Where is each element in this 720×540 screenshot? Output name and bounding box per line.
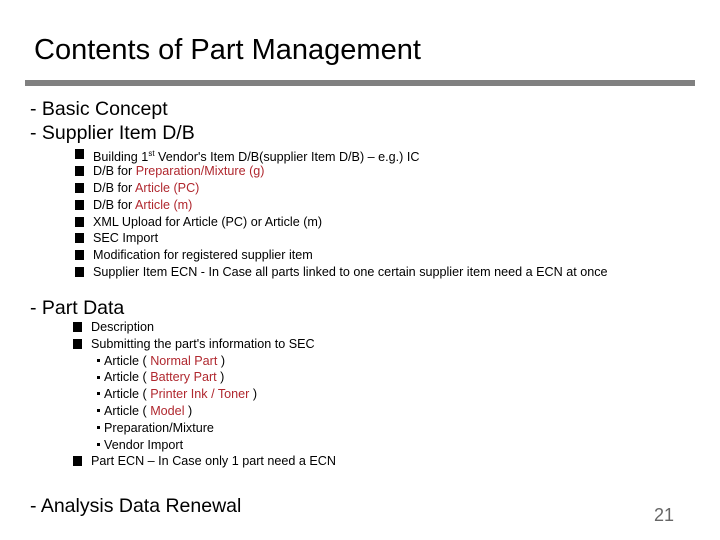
dot-bullet-icon [97, 442, 100, 446]
dot-bullet-icon [97, 392, 100, 396]
heading-basic-concept: - Basic Concept [30, 98, 168, 120]
sub-list-item: Article ( Model ) [73, 403, 336, 420]
list-item: Building 1st Vendor's Item D/B(supplier … [75, 146, 608, 164]
sub-list-item: Article ( Printer Ink / Toner ) [73, 386, 336, 403]
list-item: Supplier Item ECN - In Case all parts li… [75, 264, 608, 281]
list-item: SEC Import [75, 230, 608, 247]
square-bullet-icon [75, 233, 84, 244]
square-bullet-icon [75, 149, 84, 159]
sub-list-item: Article ( Normal Part ) [73, 353, 336, 370]
page-number: 21 [654, 505, 675, 525]
sub-list-item: Article ( Battery Part ) [73, 369, 336, 386]
square-bullet-icon [75, 182, 84, 193]
square-bullet-icon [75, 216, 84, 227]
dot-bullet-icon [97, 409, 100, 413]
page-title: Contents of Part Management [34, 34, 421, 66]
part-data-list: Description Submitting the part's inform… [73, 319, 336, 470]
list-item: Submitting the part's information to SEC [73, 336, 336, 353]
list-item: D/B for Preparation/Mixture (g) [75, 163, 608, 180]
title-divider [25, 80, 695, 86]
dot-bullet-icon [97, 358, 100, 362]
list-item: Modification for registered supplier ite… [75, 247, 608, 264]
square-bullet-icon [75, 267, 84, 278]
supplier-item-list: Building 1st Vendor's Item D/B(supplier … [75, 146, 608, 281]
square-bullet-icon [73, 322, 82, 332]
list-item: Part ECN – In Case only 1 part need a EC… [73, 453, 336, 470]
square-bullet-icon [75, 199, 84, 210]
list-item: XML Upload for Article (PC) or Article (… [75, 214, 608, 231]
list-item: D/B for Article (PC) [75, 180, 608, 197]
square-bullet-icon [75, 250, 84, 261]
dot-bullet-icon [97, 375, 100, 379]
heading-supplier-item: - Supplier Item D/B [30, 122, 195, 144]
square-bullet-icon [73, 338, 82, 349]
heading-part-data: - Part Data [30, 297, 125, 319]
dot-bullet-icon [97, 425, 100, 429]
sub-list-item: Vendor Import [73, 437, 336, 454]
square-bullet-icon [73, 456, 82, 467]
list-item: D/B for Article (m) [75, 197, 608, 214]
heading-analysis-data-renewal: - Analysis Data Renewal [30, 495, 242, 517]
sub-list-item: Preparation/Mixture [73, 420, 336, 437]
list-item: Description [73, 319, 336, 336]
square-bullet-icon [75, 165, 84, 176]
